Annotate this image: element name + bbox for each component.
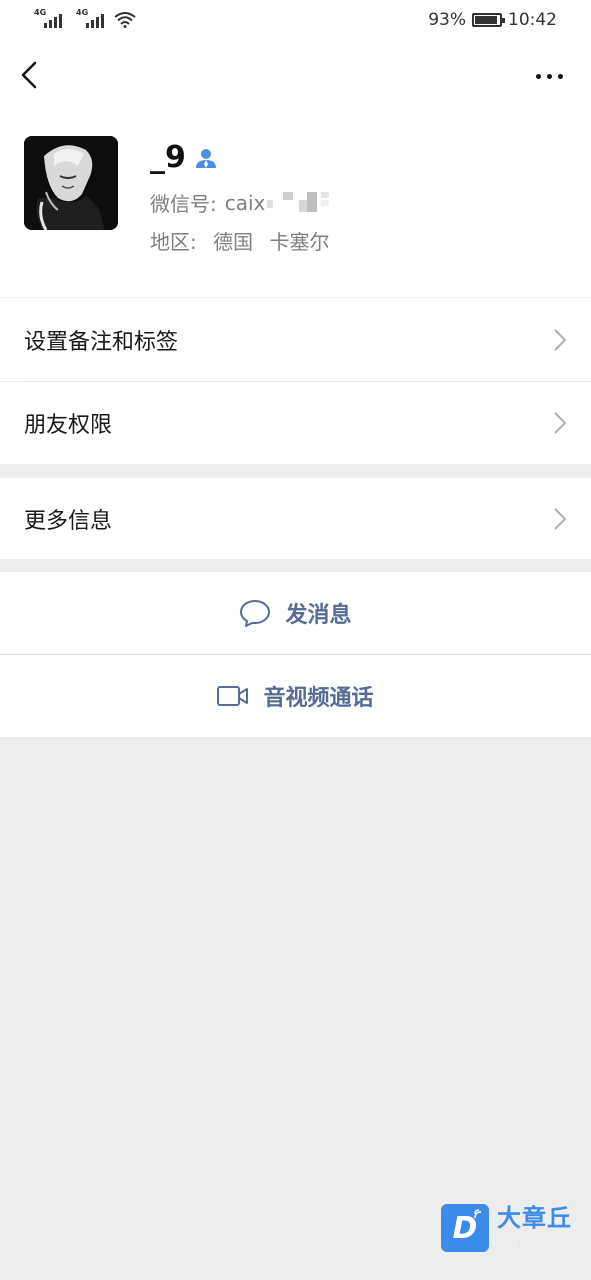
region-country: 德国 (213, 230, 254, 254)
avatar[interactable] (24, 136, 118, 230)
display-name: _9 (150, 140, 186, 175)
chevron-left-icon[interactable] (18, 60, 42, 90)
chevron-right-icon (554, 328, 567, 351)
row-friend-permissions-label: 朋友权限 (24, 413, 113, 438)
send-message-button[interactable]: 发消息 (0, 572, 591, 654)
chevron-right-icon (554, 507, 567, 530)
row-more-info[interactable]: 更多信息 (0, 478, 591, 559)
row-remarks-tags-label: 设置备注和标签 (24, 329, 179, 355)
row-remarks-tags[interactable]: 设置备注和标签 (0, 298, 591, 381)
status-bar: 4G 4G 93% 10:42 (0, 0, 591, 40)
more-dots-icon[interactable] (536, 74, 563, 79)
battery-percent: 93% (428, 10, 466, 30)
region-city: 卡塞尔 (269, 230, 330, 254)
send-message-label: 发消息 (285, 603, 352, 628)
watermark-text: 大章丘 ···· (497, 1204, 572, 1247)
video-call-label: 音视频通话 (263, 686, 374, 711)
wifi-icon (114, 12, 136, 28)
wechat-id-value: caix (224, 190, 266, 215)
signal-1-label: 4G (34, 8, 47, 17)
video-call-button[interactable]: 音视频通话 (0, 655, 591, 737)
battery-level-fill (475, 16, 498, 24)
profile-card: _9 微信号: caix 地区: 德国 卡塞尔 (0, 112, 591, 298)
status-bar-left: 4G 4G (34, 8, 136, 28)
redacted-id-mosaic (267, 191, 337, 214)
signal-waves-icon (474, 1209, 482, 1219)
watermark-logo: D (441, 1204, 489, 1252)
name-row: _9 (150, 140, 218, 175)
signal-icon-sim2: 4G (76, 8, 104, 28)
battery-icon (472, 13, 505, 27)
video-camera-icon (217, 686, 249, 706)
row-friend-permissions[interactable]: 朋友权限 (0, 382, 591, 464)
status-bar-right: 93% 10:42 (428, 10, 557, 30)
nav-bar (0, 40, 591, 112)
region: 地区: 德国 卡塞尔 (150, 226, 329, 255)
watermark: D 大章丘 ···· (441, 1204, 572, 1252)
avatar-image (24, 136, 118, 230)
signal-icon-sim1: 4G (34, 8, 62, 28)
signal-2-label: 4G (76, 8, 89, 17)
clock: 10:42 (508, 10, 557, 30)
watermark-name: 大章丘 (497, 1204, 572, 1232)
wechat-id-label: 微信号: (150, 192, 217, 216)
user-icon (195, 148, 216, 168)
row-more-info-label: 更多信息 (24, 508, 113, 534)
watermark-tagline: ···· (497, 1238, 540, 1247)
region-label: 地区: (150, 230, 197, 254)
chat-bubble-icon (240, 600, 271, 627)
chevron-right-icon (554, 412, 567, 434)
wechat-id: 微信号: caix (150, 188, 337, 217)
